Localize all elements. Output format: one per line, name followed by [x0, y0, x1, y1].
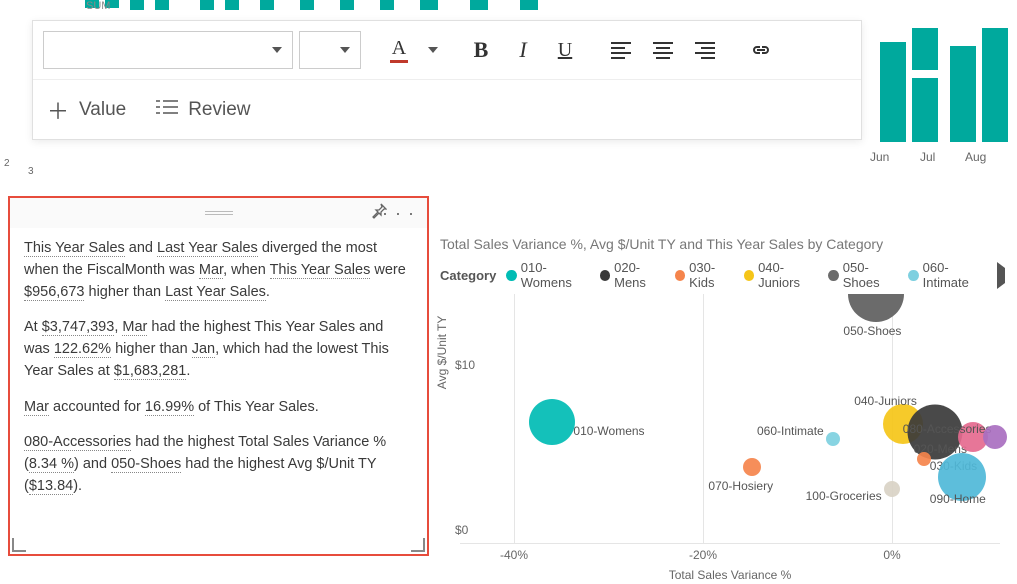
xlabel-aug: Aug [965, 150, 986, 164]
chart-plot-area[interactable]: Avg $/Unit TY $0 $10 -40% -20% 0% Total … [460, 294, 1000, 544]
bubble-070-hosiery[interactable] [743, 458, 761, 476]
font-color-dropdown[interactable] [423, 30, 443, 70]
smart-narrative-visual[interactable]: · · · This Year Sales and Last Year Sale… [8, 196, 429, 556]
xlabel-jun: Jun [870, 150, 889, 164]
review-button[interactable]: Review [156, 98, 250, 122]
chart-title: Total Sales Variance %, Avg $/Unit TY an… [440, 236, 1005, 252]
legend-scroll-right-icon[interactable] [997, 268, 1005, 283]
bubble-050-shoes[interactable] [848, 294, 904, 322]
chart-legend: Category 010-Womens 020-Mens 030-Kids 04… [440, 260, 1005, 290]
font-color-button[interactable]: A [381, 30, 417, 70]
resize-handle-br[interactable] [411, 538, 425, 552]
align-left-button[interactable] [603, 30, 639, 70]
bubble-chart-visual[interactable]: Total Sales Variance %, Avg $/Unit TY an… [440, 236, 1005, 566]
list-icon [156, 98, 178, 122]
xlabel-jul: Jul [920, 150, 935, 164]
drag-grip-icon [205, 211, 233, 215]
bubble-100-groceries[interactable] [884, 481, 900, 497]
underline-button[interactable]: U [547, 30, 583, 70]
formatting-toolbar: A B I U ＋ Value Review [32, 20, 862, 140]
visual-header[interactable]: · · · [10, 198, 427, 228]
link-button[interactable] [743, 30, 779, 70]
resize-handle-bl[interactable] [12, 538, 26, 552]
align-right-button[interactable] [687, 30, 723, 70]
font-size-dropdown[interactable] [299, 31, 361, 69]
bubble-060-intimate[interactable] [826, 432, 840, 446]
italic-button[interactable]: I [505, 30, 541, 70]
font-family-dropdown[interactable] [43, 31, 293, 69]
plus-icon: ＋ [47, 94, 69, 126]
bold-button[interactable]: B [463, 30, 499, 70]
bubble-010-womens[interactable] [529, 399, 575, 445]
align-center-button[interactable] [645, 30, 681, 70]
bubble-misc[interactable] [983, 425, 1007, 449]
more-options-icon[interactable]: · · · [382, 203, 415, 224]
narrative-text[interactable]: This Year Sales and Last Year Sales dive… [10, 228, 427, 550]
add-value-button[interactable]: ＋ Value [47, 94, 126, 126]
